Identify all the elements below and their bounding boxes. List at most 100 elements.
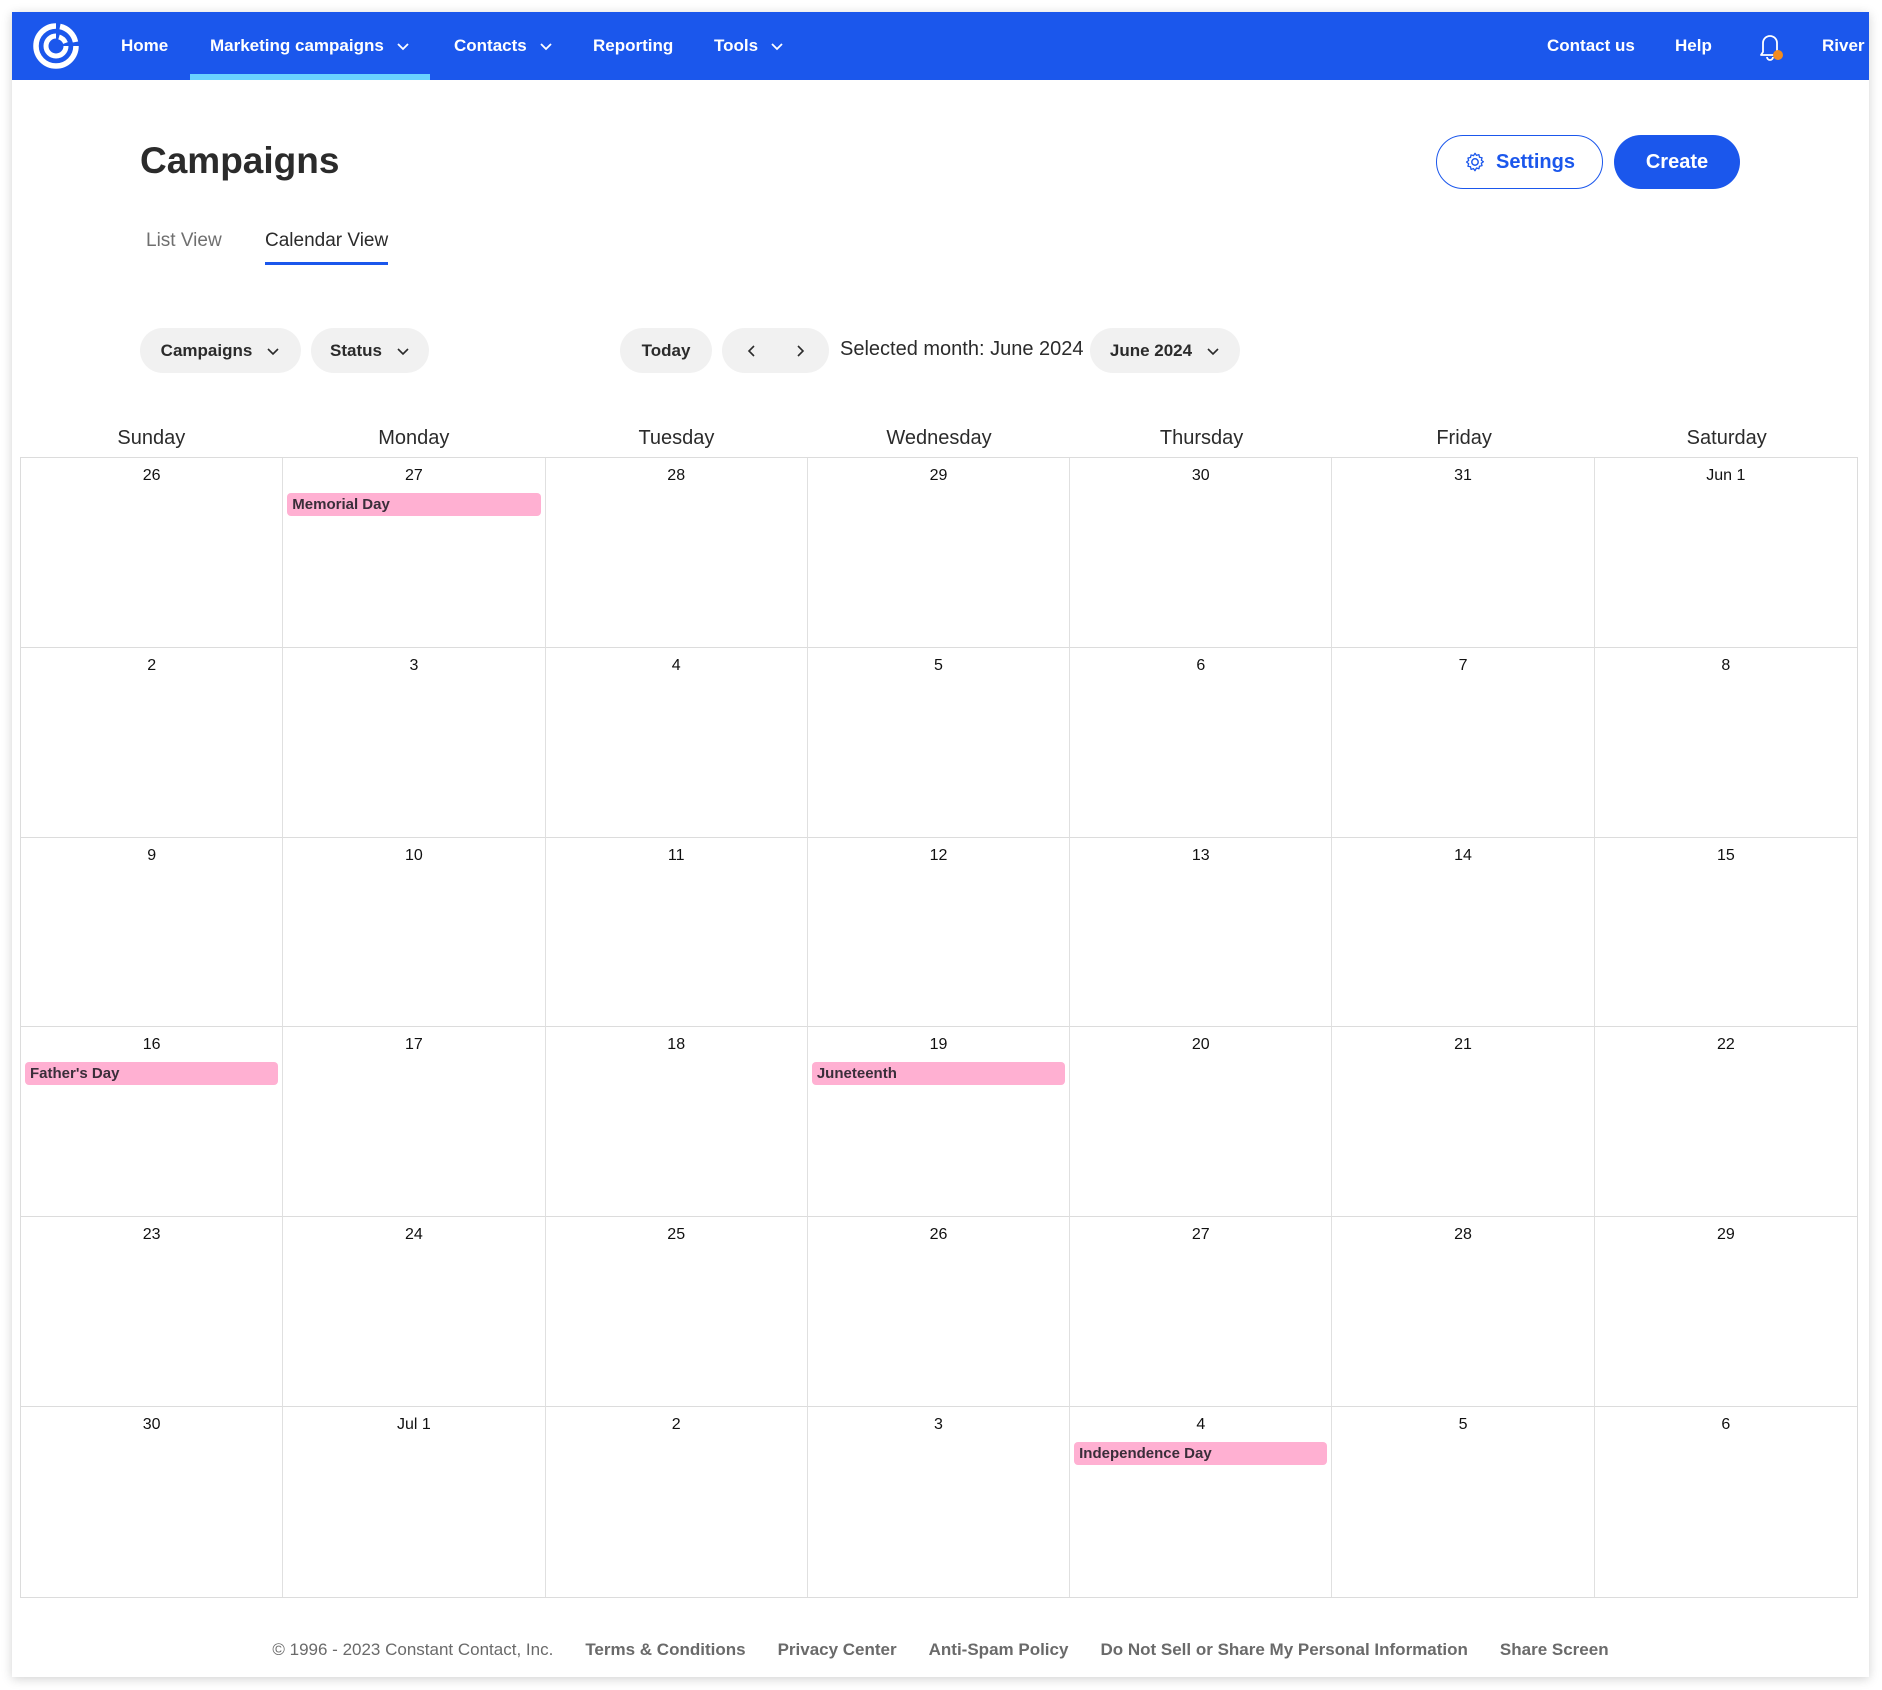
day-number: 2	[21, 657, 282, 675]
calendar-day-cell[interactable]: 19Juneteenth	[808, 1027, 1070, 1217]
calendar-day-cell[interactable]: 11	[546, 838, 808, 1028]
calendar-day-cell[interactable]: 13	[1070, 838, 1332, 1028]
calendar-day-cell[interactable]: 8	[1595, 648, 1857, 838]
chevron-down-icon	[266, 344, 280, 358]
calendar-day-cell[interactable]: 6	[1070, 648, 1332, 838]
calendar-day-cell[interactable]: 15	[1595, 838, 1857, 1028]
chevron-right-icon[interactable]	[793, 344, 807, 358]
calendar-day-cell[interactable]: Jun 1	[1595, 458, 1857, 648]
nav-marketing-campaigns[interactable]: Marketing campaigns	[210, 12, 410, 80]
nav-contact-us[interactable]: Contact us	[1547, 12, 1635, 80]
calendar-day-cell[interactable]: 3	[283, 648, 545, 838]
day-number: 30	[1070, 467, 1331, 485]
month-select-dropdown[interactable]: June 2024	[1090, 328, 1240, 373]
nav-home-label: Home	[121, 36, 168, 56]
holiday-event[interactable]: Independence Day	[1074, 1442, 1327, 1465]
gear-icon	[1464, 151, 1486, 173]
nav-marketing-campaigns-label: Marketing campaigns	[210, 36, 384, 56]
holiday-event[interactable]: Juneteenth	[812, 1062, 1065, 1085]
holiday-event[interactable]: Memorial Day	[287, 493, 540, 516]
calendar-day-cell[interactable]: 5	[1332, 1407, 1594, 1597]
nav-contacts-label: Contacts	[454, 36, 527, 56]
status-filter-dropdown[interactable]: Status	[311, 328, 429, 373]
campaigns-filter-dropdown[interactable]: Campaigns	[140, 328, 301, 373]
day-number: 5	[1332, 1416, 1593, 1434]
nav-contacts[interactable]: Contacts	[454, 12, 553, 80]
weekday-tuesday: Tuesday	[545, 427, 808, 450]
chevron-down-icon	[770, 39, 784, 53]
today-label: Today	[642, 341, 691, 361]
create-button[interactable]: Create	[1614, 135, 1740, 189]
calendar-day-cell[interactable]: 28	[546, 458, 808, 648]
calendar-day-cell[interactable]: 4	[546, 648, 808, 838]
calendar-day-cell[interactable]: 17	[283, 1027, 545, 1217]
calendar-day-cell[interactable]: 31	[1332, 458, 1594, 648]
calendar-day-cell[interactable]: 26	[21, 458, 283, 648]
footer-link-privacy-center[interactable]: Privacy Center	[778, 1640, 897, 1660]
footer-link-anti-spam[interactable]: Anti-Spam Policy	[929, 1640, 1069, 1660]
calendar-day-cell[interactable]: 29	[808, 458, 1070, 648]
calendar-day-cell[interactable]: 21	[1332, 1027, 1594, 1217]
calendar-day-cell[interactable]: 20	[1070, 1027, 1332, 1217]
calendar-day-cell[interactable]: 4 Independence Day	[1070, 1407, 1332, 1597]
footer-link-terms[interactable]: Terms & Conditions	[585, 1640, 745, 1660]
calendar-day-cell[interactable]: 6	[1595, 1407, 1857, 1597]
day-number: 4	[1070, 1416, 1331, 1434]
calendar-day-cell[interactable]: 18	[546, 1027, 808, 1217]
calendar-day-cell[interactable]: 30	[21, 1407, 283, 1597]
chevron-down-icon	[1206, 344, 1220, 358]
calendar-day-cell[interactable]: 24	[283, 1217, 545, 1407]
calendar-day-cell[interactable]: 26	[808, 1217, 1070, 1407]
bell-icon[interactable]	[1754, 30, 1786, 64]
calendar-day-cell[interactable]: 3	[808, 1407, 1070, 1597]
settings-button[interactable]: Settings	[1436, 135, 1603, 189]
day-number: 9	[21, 847, 282, 865]
nav-home[interactable]: Home	[121, 12, 168, 80]
day-number: Jul 1	[283, 1416, 544, 1434]
constant-contact-logo-icon[interactable]	[30, 20, 82, 72]
weekday-monday: Monday	[283, 427, 546, 450]
calendar-day-cell[interactable]: 2	[546, 1407, 808, 1597]
calendar-day-cell[interactable]: 22	[1595, 1027, 1857, 1217]
nav-reporting[interactable]: Reporting	[593, 12, 673, 80]
nav-tools[interactable]: Tools	[714, 12, 784, 80]
calendar-day-cell[interactable]: 23	[21, 1217, 283, 1407]
calendar-day-cell[interactable]: 25	[546, 1217, 808, 1407]
app-window: Home Marketing campaigns Contacts Report…	[12, 12, 1869, 1677]
day-number: 3	[808, 1416, 1069, 1434]
nav-user-menu[interactable]: River	[1822, 12, 1865, 80]
calendar-day-cell[interactable]: 16Father's Day	[21, 1027, 283, 1217]
user-name: River	[1822, 36, 1865, 56]
day-number: 6	[1595, 1416, 1857, 1434]
day-number: 23	[21, 1226, 282, 1244]
page-title: Campaigns	[140, 140, 339, 182]
calendar-day-cell[interactable]: 29	[1595, 1217, 1857, 1407]
footer-link-do-not-sell[interactable]: Do Not Sell or Share My Personal Informa…	[1100, 1640, 1467, 1660]
footer-link-share-screen[interactable]: Share Screen	[1500, 1640, 1609, 1660]
nav-reporting-label: Reporting	[593, 36, 673, 56]
calendar-day-cell[interactable]: 28	[1332, 1217, 1594, 1407]
day-number: Jun 1	[1595, 467, 1857, 485]
calendar-day-cell[interactable]: 9	[21, 838, 283, 1028]
settings-label: Settings	[1496, 151, 1575, 174]
calendar-day-cell[interactable]: 27Memorial Day	[283, 458, 545, 648]
holiday-event[interactable]: Father's Day	[25, 1062, 278, 1085]
calendar-day-cell[interactable]: 2	[21, 648, 283, 838]
copyright-text: © 1996 - 2023 Constant Contact, Inc.	[272, 1640, 553, 1660]
calendar-day-cell[interactable]: 7	[1332, 648, 1594, 838]
calendar-grid: 2627Memorial Day28293031Jun 123456789101…	[20, 457, 1858, 1598]
day-number: 30	[21, 1416, 282, 1434]
tab-list-view[interactable]: List View	[146, 230, 222, 262]
calendar-day-cell[interactable]: 27	[1070, 1217, 1332, 1407]
day-number: 2	[546, 1416, 807, 1434]
calendar-day-cell[interactable]: 10	[283, 838, 545, 1028]
calendar-day-cell[interactable]: 5	[808, 648, 1070, 838]
calendar-day-cell[interactable]: 12	[808, 838, 1070, 1028]
tab-calendar-view[interactable]: Calendar View	[265, 230, 388, 265]
nav-help[interactable]: Help	[1675, 12, 1712, 80]
calendar-day-cell[interactable]: Jul 1	[283, 1407, 545, 1597]
chevron-left-icon[interactable]	[745, 344, 759, 358]
today-button[interactable]: Today	[620, 328, 712, 373]
calendar-day-cell[interactable]: 30	[1070, 458, 1332, 648]
calendar-day-cell[interactable]: 14	[1332, 838, 1594, 1028]
